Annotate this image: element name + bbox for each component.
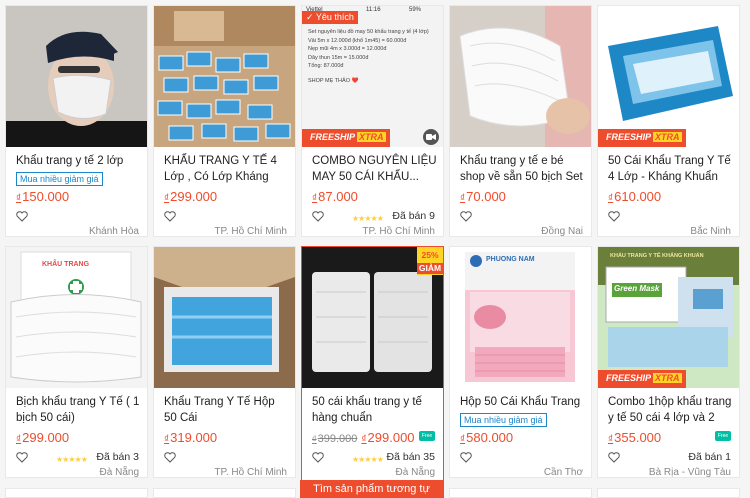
sold-count: Đã bán 1 <box>688 451 731 463</box>
heart-icon[interactable] <box>312 211 324 222</box>
freeship-badge: FREESHIP XTRA <box>598 370 686 388</box>
banner-label: KHẨU TRANG Y TẾ KHÁNG KHUẨN <box>610 253 704 259</box>
product-price: ₫299.000 <box>164 189 218 204</box>
product-card[interactable]: Khẩu Trang Y Tế Hộp 50 Cái ₫319.000 TP. … <box>153 246 296 478</box>
product-image: 25% GIẢM <box>302 247 443 388</box>
product-price: ₫70.000 <box>460 189 506 204</box>
product-price: ₫580.000 <box>460 430 514 445</box>
product-title: 50 cái khẩu trang y tế hàng chuẩn <box>312 396 422 424</box>
heart-icon[interactable] <box>16 452 28 463</box>
rating-stars: ★★★★★ <box>352 214 384 223</box>
shop-location: Đà Nẵng <box>99 467 139 478</box>
shop-location: TP. Hồ Chí Minh <box>362 226 435 237</box>
heart-icon[interactable] <box>16 211 28 222</box>
product-price: ₫87.000 <box>312 189 358 204</box>
brand-label: PHUONG NAM <box>486 256 535 263</box>
product-card-partial <box>597 488 740 498</box>
heart-icon[interactable] <box>608 452 620 463</box>
product-card[interactable]: PHUONG NAM Hộp 50 Cái Khẩu Trang y... Mu… <box>449 246 592 478</box>
shop-location: Bắc Ninh <box>690 226 731 237</box>
brand-label: Green Mask <box>614 284 660 293</box>
heart-icon[interactable] <box>312 452 324 463</box>
sold-count: Đã bán 35 <box>386 451 435 463</box>
shop-location: Bà Rịa - Vũng Tàu <box>648 467 731 478</box>
rating-stars: ★★★★★ <box>56 455 88 464</box>
heart-icon[interactable] <box>164 211 176 222</box>
free-shipping-icon: Free <box>419 431 435 441</box>
note-line: Set nguyên liệu đồ may 50 khẩu trang y t… <box>308 29 429 35</box>
note-line: SHOP MẸ THẢO ❤️ <box>308 77 359 84</box>
favorite-badge: ✓ Yêu thích <box>302 11 358 24</box>
product-image <box>6 6 147 147</box>
product-image: FREESHIP XTRA <box>598 6 739 147</box>
product-image: KHẨU TRANG <box>6 247 147 388</box>
product-card[interactable]: KHẨU TRANG Y TẾ KHÁNG KHUẨN Green Mask F… <box>597 246 740 478</box>
product-title: Hộp 50 Cái Khẩu Trang y... <box>460 396 581 408</box>
product-title: Khẩu Trang Y Tế Hộp 50 Cái <box>164 396 275 424</box>
promo-tag: Mua nhiều giảm giá <box>460 413 547 427</box>
product-image <box>154 6 295 147</box>
product-card-partial <box>449 488 592 498</box>
product-image: KHẨU TRANG Y TẾ KHÁNG KHUẨN Green Mask F… <box>598 247 739 388</box>
heart-icon[interactable] <box>164 452 176 463</box>
note-line: Tổng: 87.000đ <box>308 63 344 69</box>
sold-count: Đã bán 9 <box>392 210 435 222</box>
rating-stars: ★★★★★ <box>352 455 384 464</box>
product-card[interactable]: 25% GIẢM 50 cái khẩu trang y tế hàng chuẩ… <box>301 246 444 498</box>
freeship-badge: FREESHIP XTRA <box>598 129 686 147</box>
heart-icon[interactable] <box>460 211 472 222</box>
freeship-badge: FREESHIP XTRA <box>302 129 390 147</box>
product-title: KHẨU TRANG Y TẾ 4 Lớp , Có Lớp Kháng Khu… <box>164 155 277 183</box>
find-similar-button[interactable]: Tìm sản phẩm tương tự <box>300 480 443 498</box>
product-card-partial <box>153 488 296 498</box>
product-grid: Khẩu trang y tế 2 lớp 50... Mua nhiều gi… <box>0 0 750 498</box>
product-title: Bịch khẩu trang Y Tế ( 1 bịch 50 cái) <box>16 396 140 424</box>
product-price: ₫610.000 <box>608 189 662 204</box>
note-line: Vải 5m x 12.000đ (khổ 1m45) = 60.000đ <box>308 37 407 44</box>
product-title: 50 Cái Khẩu Trang Y Tế 4 Lớp - Kháng Khu… <box>608 155 731 183</box>
sold-count: Đã bán 3 <box>96 451 139 463</box>
promo-tag: Mua nhiều giảm giá <box>16 172 103 186</box>
product-price: ₫319.000 <box>164 430 218 445</box>
product-card-partial <box>5 488 148 498</box>
product-title: Combo 1hộp khẩu trang y tế 50 cái 4 lớp … <box>608 396 732 424</box>
box-label: KHẨU TRANG <box>42 261 90 268</box>
product-price: ₫299.000 <box>16 430 70 445</box>
product-card[interactable]: Viettel 11:16 59% Set nguyên liệu đồ may… <box>301 5 444 237</box>
product-image <box>154 247 295 388</box>
discount-badge: 25% GIẢM <box>417 247 443 275</box>
note-line: Dây thun 15m = 15.000đ <box>308 54 369 61</box>
heart-icon[interactable] <box>460 452 472 463</box>
shop-location: Cần Thơ <box>543 467 583 478</box>
product-card[interactable]: Khẩu trang y tế e bé shop về sẵn 50 bịch… <box>449 5 592 237</box>
heart-icon[interactable] <box>608 211 620 222</box>
product-price: ₫355.000 <box>608 430 662 445</box>
product-price: ₫399.000 ₫299.000 <box>312 430 415 445</box>
product-card[interactable]: Khẩu trang y tế 2 lớp 50... Mua nhiều gi… <box>5 5 148 237</box>
product-title: Khẩu trang y tế e bé shop về sẵn 50 bịch… <box>460 155 583 183</box>
product-card[interactable]: KHẨU TRANG Y TẾ 4 Lớp , Có Lớp Kháng Khu… <box>153 5 296 237</box>
product-image: Viettel 11:16 59% Set nguyên liệu đồ may… <box>302 6 443 147</box>
shop-location: Đà Nẵng <box>395 467 435 478</box>
product-price: ₫150.000 <box>16 189 70 204</box>
shop-location: Khánh Hòa <box>88 226 139 237</box>
video-icon <box>423 129 439 145</box>
shop-location: TP. Hồ Chí Minh <box>214 226 287 237</box>
shop-location: Đồng Nai <box>541 226 583 237</box>
product-image: PHUONG NAM <box>450 247 591 388</box>
product-title: Khẩu trang y tế 2 lớp 50... <box>16 155 124 167</box>
note-line: Nẹp mũi 4m x 3.000đ = 12.000đ <box>308 46 387 52</box>
free-shipping-icon: Free <box>715 431 731 441</box>
product-title: COMBO NGUYÊN LIỆU MAY 50 CÁI KHẨU... <box>312 155 437 183</box>
product-card[interactable]: FREESHIP XTRA 50 Cái Khẩu Trang Y Tế 4 Lớ… <box>597 5 740 237</box>
shop-location: TP. Hồ Chí Minh <box>214 467 287 478</box>
old-price: ₫399.000 <box>312 433 358 445</box>
product-card[interactable]: KHẨU TRANG Bịch khẩu trang Y Tế ( 1 bịch… <box>5 246 148 478</box>
product-image <box>450 6 591 147</box>
